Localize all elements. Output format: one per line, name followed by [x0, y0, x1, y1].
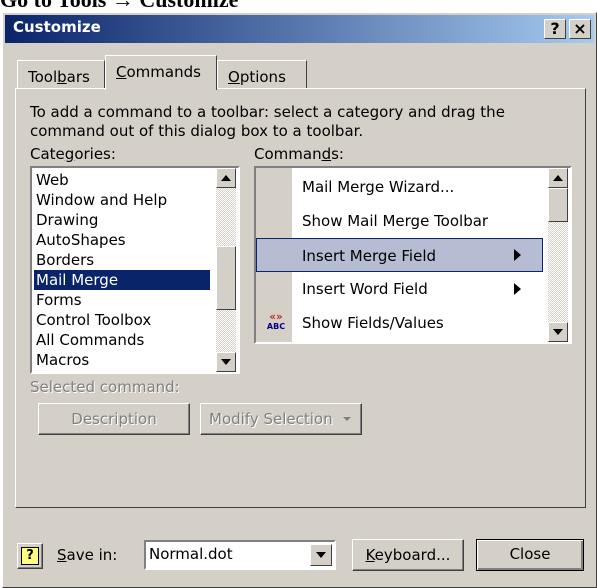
- instructions-line-2: command out of this dialog box to a tool…: [30, 122, 364, 140]
- save-in-select[interactable]: Normal.dot: [144, 540, 336, 570]
- up-arrow-icon: [553, 175, 563, 181]
- tab-options[interactable]: Options: [217, 60, 307, 90]
- command-item-highlighted[interactable]: Insert Merge Field: [256, 238, 543, 272]
- scroll-thumb[interactable]: [216, 246, 236, 310]
- list-item[interactable]: Control Toolbox: [34, 310, 210, 330]
- title-bar: Customize ? ×: [5, 15, 594, 43]
- description-button[interactable]: Description: [38, 403, 190, 435]
- page-caption: Go to Tools → Customize: [0, 0, 238, 12]
- selected-command-label: Selected command:: [30, 378, 180, 396]
- command-item[interactable]: Show Mail Merge Toolbar: [256, 204, 543, 238]
- instructions-text: To add a command to a toolbar: select a …: [30, 103, 505, 141]
- command-item[interactable]: Mail Merge Wizard...: [256, 170, 543, 204]
- commands-list[interactable]: Mail Merge Wizard... Show Mail Merge Too…: [254, 166, 572, 344]
- customize-dialog: Customize ? × Toolbars Commands Options …: [2, 12, 597, 588]
- help-button[interactable]: ?: [544, 19, 566, 39]
- down-arrow-icon: [316, 552, 326, 558]
- down-arrow-icon: [221, 359, 231, 365]
- scroll-up-button[interactable]: [548, 168, 568, 188]
- commands-panel: To add a command to a toolbar: select a …: [15, 88, 586, 508]
- help-icon: ?: [21, 547, 39, 565]
- modify-selection-button[interactable]: Modify Selection: [200, 403, 362, 435]
- list-item[interactable]: All Commands: [34, 330, 210, 350]
- keyboard-button[interactable]: Keyboard...: [352, 539, 464, 571]
- scroll-down-button[interactable]: [216, 352, 236, 372]
- commands-label: Commands:: [254, 145, 344, 163]
- instructions-line-1: To add a command to a toolbar: select a …: [30, 103, 505, 121]
- merge-field-icon: «» ABC: [266, 310, 286, 331]
- list-item[interactable]: Macros: [34, 350, 210, 370]
- close-window-button[interactable]: ×: [569, 19, 591, 39]
- save-in-label: Save in:: [57, 546, 118, 564]
- tab-toolbars[interactable]: Toolbars: [17, 60, 105, 90]
- commands-scrollbar[interactable]: [548, 168, 568, 342]
- list-item[interactable]: Borders: [34, 250, 210, 270]
- list-item[interactable]: Drawing: [34, 210, 210, 230]
- submenu-arrow-icon: [514, 283, 521, 295]
- close-button[interactable]: Close: [476, 539, 584, 571]
- scroll-down-button[interactable]: [548, 322, 568, 342]
- categories-scrollbar[interactable]: [216, 168, 236, 372]
- command-item[interactable]: Insert Word Field: [256, 272, 543, 306]
- list-item[interactable]: Forms: [34, 290, 210, 310]
- save-in-dropdown-button[interactable]: [310, 544, 332, 566]
- tab-commands[interactable]: Commands: [105, 55, 217, 90]
- scroll-thumb[interactable]: [548, 188, 568, 222]
- submenu-arrow-icon: [514, 249, 521, 261]
- window-title: Customize: [13, 18, 101, 36]
- help-icon-button[interactable]: ?: [17, 543, 43, 569]
- down-arrow-icon: [553, 329, 563, 335]
- list-item[interactable]: Web: [34, 170, 210, 190]
- up-arrow-icon: [221, 175, 231, 181]
- scroll-up-button[interactable]: [216, 168, 236, 188]
- list-item[interactable]: AutoShapes: [34, 230, 210, 250]
- list-item-selected[interactable]: Mail Merge: [34, 270, 210, 290]
- list-item[interactable]: Window and Help: [34, 190, 210, 210]
- save-in-value: Normal.dot: [149, 545, 233, 563]
- categories-label: Categories:: [30, 145, 116, 163]
- dropdown-arrow-icon: [343, 417, 351, 421]
- categories-list[interactable]: Web Window and Help Drawing AutoShapes B…: [30, 166, 240, 374]
- command-item[interactable]: «» ABC Show Fields/Values: [256, 306, 543, 340]
